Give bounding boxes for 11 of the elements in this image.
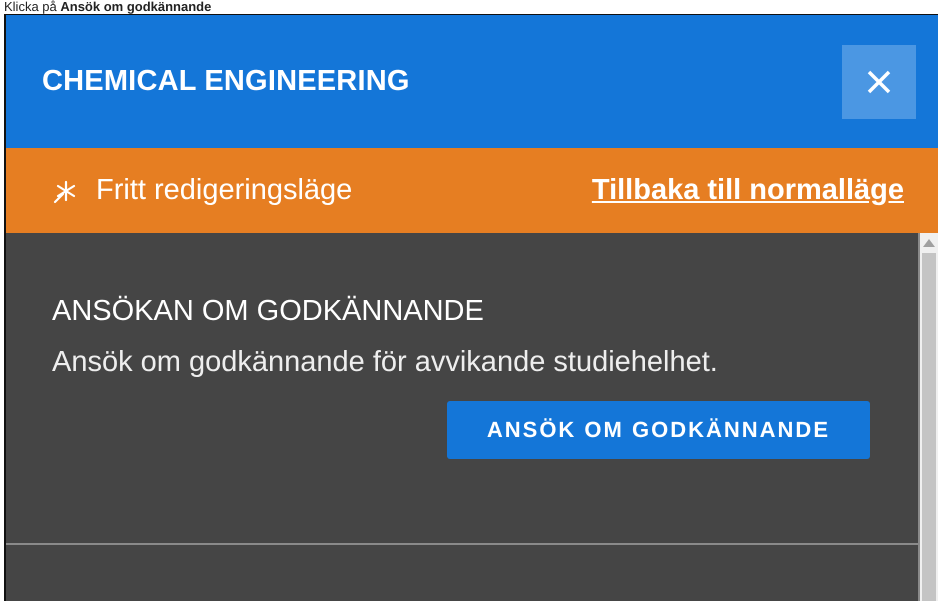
scrollbar[interactable] xyxy=(918,233,938,601)
instruction-text: Klicka på Ansök om godkännande xyxy=(3,0,212,14)
close-button[interactable] xyxy=(842,44,916,118)
section-heading: ANSÖKAN OM GODKÄNNANDE xyxy=(52,295,485,328)
normal-mode-link[interactable]: Tillbaka till normalläge xyxy=(592,174,904,207)
section-description: Ansök om godkännande för avvikande studiehelhet. xyxy=(52,346,719,379)
close-icon xyxy=(866,68,892,94)
panel-title: CHEMICAL ENGINEERING xyxy=(42,65,410,98)
mode-label: Fritt redigeringsläge xyxy=(96,174,352,207)
scroll-up-icon[interactable] xyxy=(923,239,935,247)
apply-button[interactable]: ANSÖK OM GODKÄNNANDE xyxy=(446,401,870,459)
